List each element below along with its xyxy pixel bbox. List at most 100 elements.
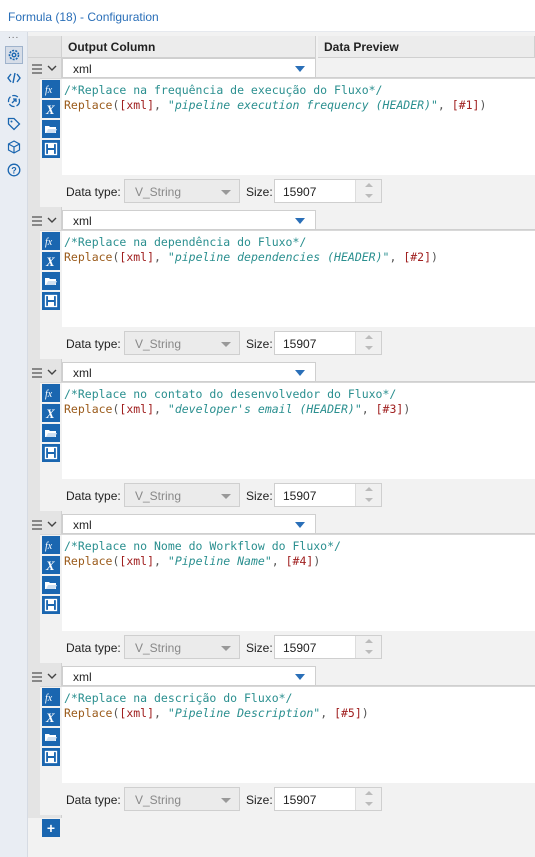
expression-code[interactable]: /*Replace na descrição do Fluxo*/ Replac… [64,691,369,721]
drag-handle-icon[interactable] [32,672,42,684]
variables-x-icon[interactable]: X [42,100,60,118]
expression-field: [xml] [119,706,155,720]
drag-handle-icon[interactable] [32,216,42,228]
size-spinner[interactable] [355,484,381,506]
spin-down-icon[interactable] [365,346,373,350]
output-column-select[interactable]: xml [62,210,316,230]
size-input[interactable]: 15907 [274,331,382,355]
cube-icon[interactable] [5,138,23,156]
spin-up-icon[interactable] [365,639,373,643]
size-spinner[interactable] [355,332,381,354]
output-column-header[interactable]: Output Column [62,36,316,58]
function-fx-icon[interactable]: fx [42,688,60,706]
chevron-down-icon[interactable] [46,670,58,682]
data-type-row: Data type: V_String Size: 15907 [62,327,535,359]
variables-x-icon[interactable]: X [42,708,60,726]
open-folder-icon[interactable] [42,120,60,138]
connect-icon[interactable] [5,92,23,110]
tag-icon[interactable] [5,115,23,133]
add-formula-button[interactable]: + [42,819,60,837]
svg-text:X: X [45,710,55,724]
function-fx-icon[interactable]: fx [42,384,60,402]
open-folder-icon[interactable] [42,424,60,442]
more-icon[interactable]: ... [8,30,19,41]
chevron-down-icon[interactable] [46,366,58,378]
expression-editor[interactable]: fx X /*Replace na frequência de execução… [40,78,535,207]
expression-editor[interactable]: fx X /*Replace na dependência do Fluxo*/… [40,230,535,359]
spin-up-icon[interactable] [365,487,373,491]
expression-editor[interactable]: fx X /*Replace no contato do desenvolved… [40,382,535,511]
spin-down-icon[interactable] [365,650,373,654]
dropdown-arrow-icon [295,674,305,680]
expression-editor[interactable]: fx X /*Replace no Nome do Workflow do Fl… [40,534,535,663]
size-input[interactable]: 15907 [274,179,382,203]
spin-up-icon[interactable] [365,183,373,187]
chevron-down-icon[interactable] [46,518,58,530]
data-type-select[interactable]: V_String [124,483,240,507]
size-spinner[interactable] [355,788,381,810]
size-spinner[interactable] [355,636,381,658]
size-input[interactable]: 15907 [274,635,382,659]
data-type-select[interactable]: V_String [124,179,240,203]
dropdown-arrow-icon [295,370,305,376]
size-spinner[interactable] [355,180,381,202]
data-type-select[interactable]: V_String [124,331,240,355]
expression-code[interactable]: /*Replace na frequência de execução do F… [64,83,486,113]
spin-down-icon[interactable] [365,498,373,502]
output-column-select[interactable]: xml [62,58,316,78]
header-gutter [28,36,62,58]
help-icon[interactable]: ? [5,161,23,179]
variables-x-icon[interactable]: X [42,404,60,422]
expression-param: [#3] [375,402,404,416]
spin-down-icon[interactable] [365,194,373,198]
formula-block-3: xml fx X /*Replace no contato do desenvo… [28,362,535,514]
spin-up-icon[interactable] [365,791,373,795]
save-icon[interactable] [42,140,60,158]
function-fx-icon[interactable]: fx [42,536,60,554]
output-column-select[interactable]: xml [62,362,316,382]
data-type-select[interactable]: V_String [124,787,240,811]
data-type-value: V_String [135,489,182,503]
save-icon[interactable] [42,748,60,766]
save-icon[interactable] [42,292,60,310]
expression-code[interactable]: /*Replace na dependência do Fluxo*/ Repl… [64,235,438,265]
size-value: 15907 [283,337,317,351]
dropdown-arrow-icon [221,342,231,347]
expression-code[interactable]: /*Replace no Nome do Workflow do Fluxo*/… [64,539,341,569]
data-type-value: V_String [135,641,182,655]
open-folder-icon[interactable] [42,272,60,290]
expression-code[interactable]: /*Replace no contato do desenvolvedor do… [64,387,410,417]
dropdown-arrow-icon [295,218,305,224]
expression-comment: /*Replace no contato do desenvolvedor do… [64,387,397,401]
open-folder-icon[interactable] [42,728,60,746]
function-fx-icon[interactable]: fx [42,80,60,98]
chevron-down-icon[interactable] [46,214,58,226]
expression-function: Replace [64,554,113,568]
variables-x-icon[interactable]: X [42,556,60,574]
function-fx-icon[interactable]: fx [42,232,60,250]
save-icon[interactable] [42,444,60,462]
gear-icon[interactable] [5,46,23,64]
drag-handle-icon[interactable] [32,64,42,76]
save-icon[interactable] [42,596,60,614]
open-folder-icon[interactable] [42,576,60,594]
code-icon[interactable] [5,69,23,87]
expression-function: Replace [64,98,113,112]
size-input[interactable]: 15907 [274,787,382,811]
data-preview-header[interactable]: Data Preview [318,36,535,58]
variables-x-icon[interactable]: X [42,252,60,270]
expression-editor[interactable]: fx X /*Replace na descrição do Fluxo*/ R… [40,686,535,815]
spin-down-icon[interactable] [365,802,373,806]
size-input[interactable]: 15907 [274,483,382,507]
spin-up-icon[interactable] [365,335,373,339]
expression-function: Replace [64,402,113,416]
drag-handle-icon[interactable] [32,368,42,380]
data-type-select[interactable]: V_String [124,635,240,659]
size-label: Size: [246,185,273,199]
output-column-select[interactable]: xml [62,514,316,534]
expression-toolbar: fx X [40,79,62,207]
output-column-select[interactable]: xml [62,666,316,686]
drag-handle-icon[interactable] [32,520,42,532]
size-label: Size: [246,793,273,807]
chevron-down-icon[interactable] [46,62,58,74]
